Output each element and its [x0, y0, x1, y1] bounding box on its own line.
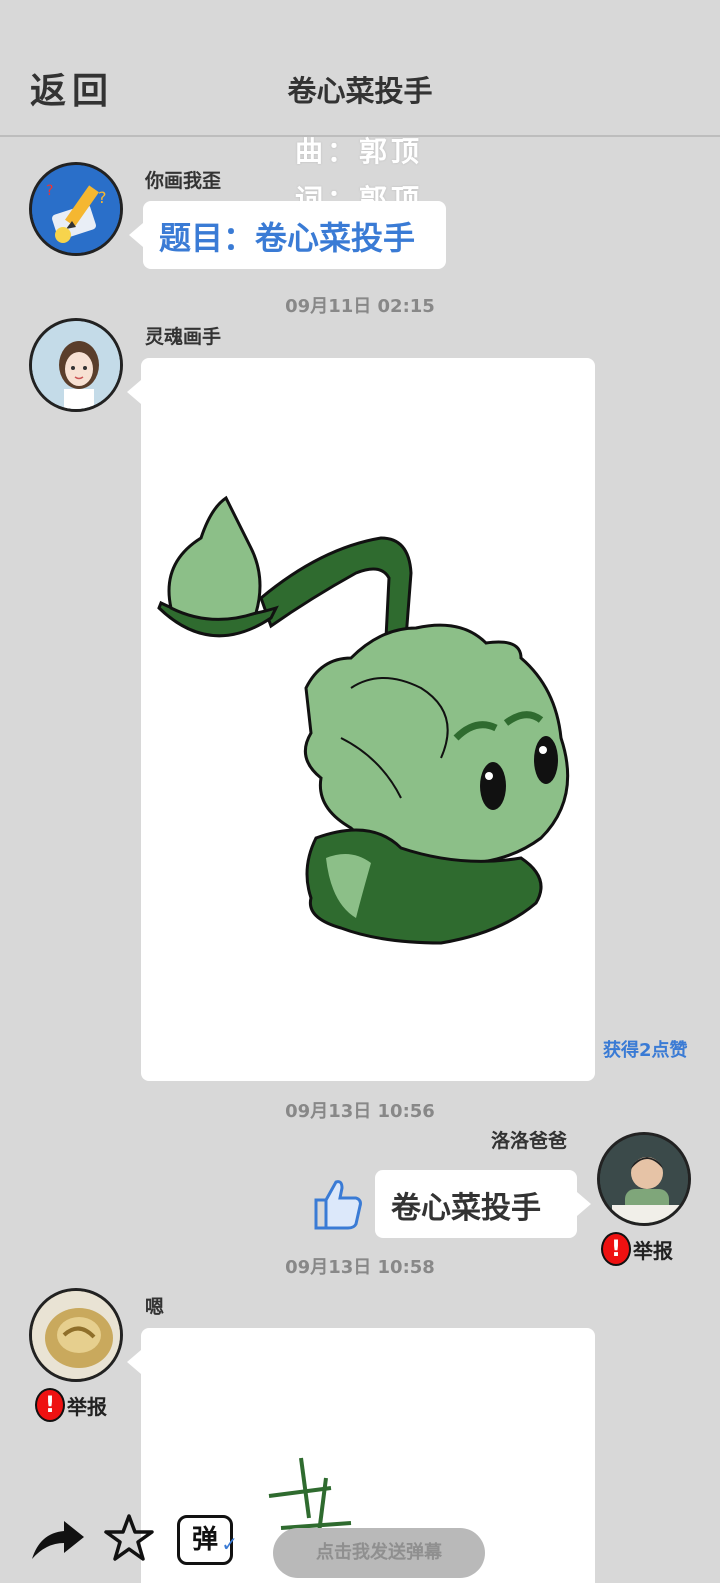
avatar-linghunhuashou[interactable] — [29, 318, 123, 412]
topic-bubble: 题目：卷心菜投手 — [129, 201, 446, 269]
username-linghunhuashou: 灵魂画手 — [145, 326, 222, 348]
report-label: 举报 — [67, 1394, 107, 1419]
share-arrow-icon[interactable] — [30, 1515, 86, 1563]
avatar-nihuawowai[interactable]: ? ? — [29, 162, 123, 256]
exclamation-icon: ! — [35, 1388, 65, 1422]
timestamp: 09月11日 02:15 — [285, 296, 435, 317]
girl-portrait-icon — [32, 321, 120, 409]
answer-bubble: 卷心菜投手 — [375, 1170, 591, 1238]
likes-count[interactable]: 获得2点赞 — [603, 1036, 688, 1062]
thumbs-up-icon[interactable] — [312, 1176, 364, 1232]
danmu-toggle-icon[interactable]: 弹 ✓ — [177, 1515, 238, 1565]
report-button[interactable]: ! 举报 — [35, 1388, 107, 1422]
timestamp: 09月13日 10:56 — [285, 1101, 435, 1122]
svg-text:?: ? — [98, 188, 107, 207]
lyric-line-composer: 曲：郭顶 — [295, 135, 424, 168]
drawing-image-cabbage-pult[interactable] — [127, 358, 595, 1081]
page-title: 卷心菜投手 — [287, 74, 433, 108]
svg-text:?: ? — [46, 183, 53, 199]
username-en: 嗯 — [145, 1296, 165, 1318]
child-photo-icon — [600, 1135, 688, 1223]
danmu-input[interactable]: 点击我发送弹幕 — [273, 1528, 485, 1578]
timestamp: 09月13日 10:58 — [285, 1257, 435, 1278]
username-nihuawowai: 你画我歪 — [145, 170, 222, 192]
avatar-en[interactable] — [29, 1288, 123, 1382]
username-luoluobaba: 洛洛爸爸 — [491, 1130, 568, 1152]
gold-coin-icon — [32, 1291, 120, 1379]
checkmark-icon: ✓ — [221, 1532, 238, 1556]
header-bar: 返回 卷心菜投手 — [0, 0, 720, 137]
avatar-luoluobaba[interactable] — [597, 1132, 691, 1226]
star-icon[interactable] — [104, 1513, 154, 1563]
pencil-logo-icon: ? ? — [32, 165, 120, 253]
cabbage-drawing — [157, 495, 570, 945]
